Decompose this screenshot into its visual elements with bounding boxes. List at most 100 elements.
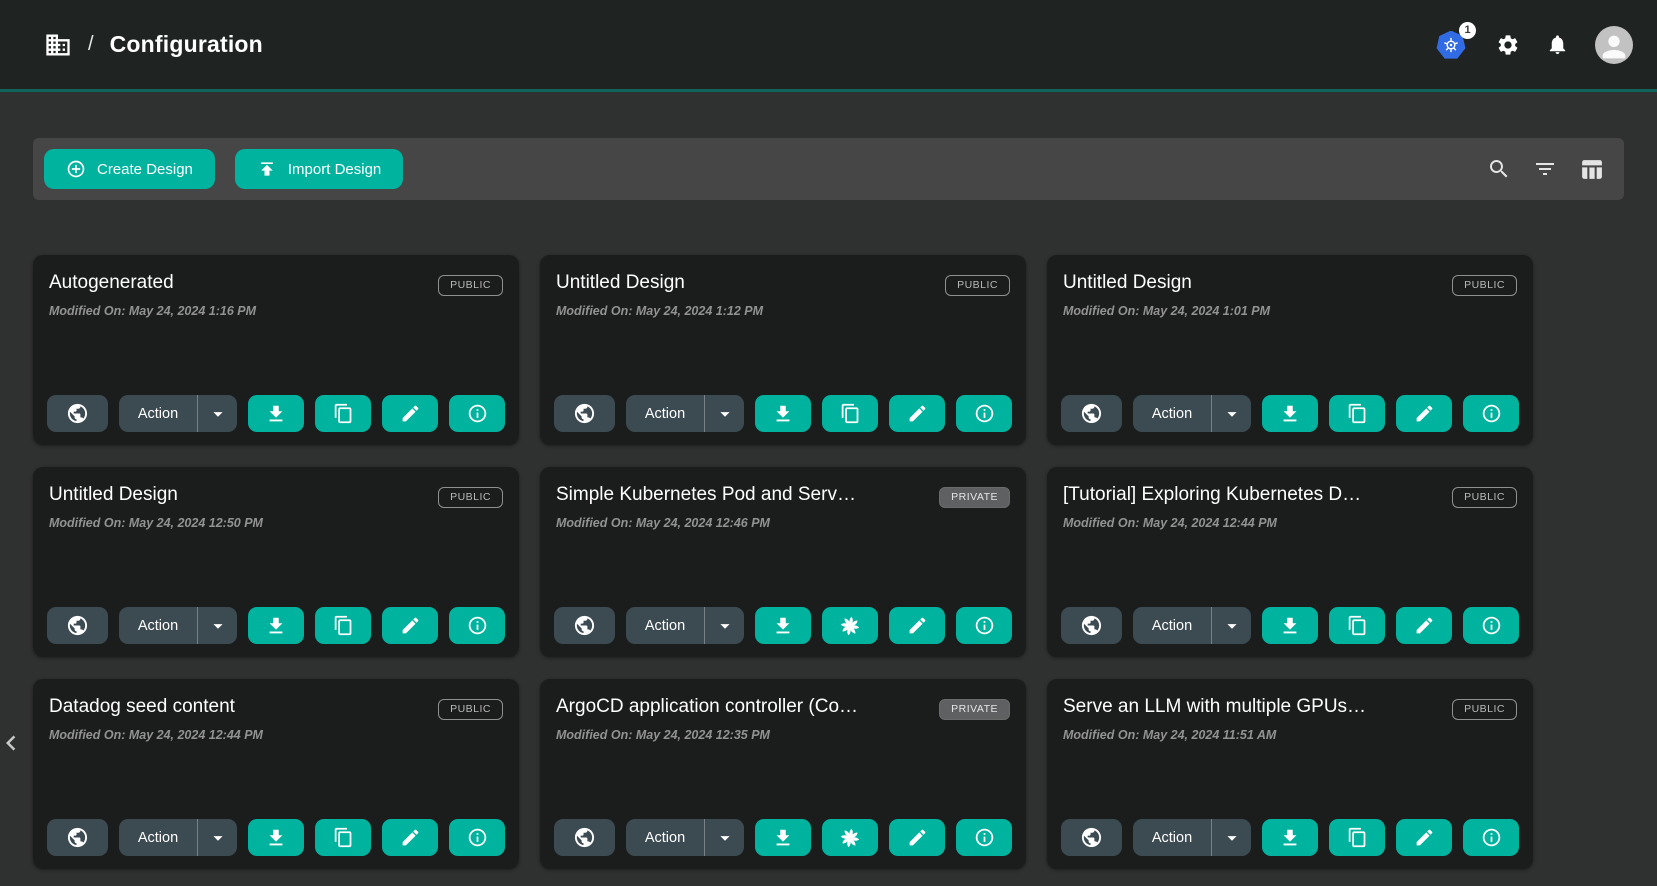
- info-button[interactable]: [1463, 395, 1519, 432]
- action-dropdown-toggle[interactable]: [197, 819, 237, 856]
- info-icon: [974, 403, 995, 424]
- edit-pencil-icon: [907, 403, 928, 424]
- visibility-globe-button[interactable]: [47, 607, 108, 644]
- info-button[interactable]: [956, 395, 1012, 432]
- visibility-globe-button[interactable]: [1061, 819, 1122, 856]
- info-button[interactable]: [1463, 607, 1519, 644]
- content-copy-icon: [1347, 403, 1368, 424]
- clone-button[interactable]: [1329, 395, 1385, 432]
- clone-button[interactable]: [822, 819, 878, 856]
- visibility-globe-button[interactable]: [554, 819, 615, 856]
- download-button[interactable]: [1262, 395, 1318, 432]
- create-design-button[interactable]: Create Design: [44, 149, 215, 189]
- globe-public-icon: [1080, 402, 1103, 425]
- import-design-button[interactable]: Import Design: [235, 149, 403, 189]
- clone-button[interactable]: [1329, 607, 1385, 644]
- download-button[interactable]: [755, 607, 811, 644]
- create-design-label: Create Design: [97, 161, 193, 178]
- clone-button[interactable]: [315, 607, 371, 644]
- design-card: Datadog seed content PUBLIC Modified On:…: [33, 679, 519, 869]
- edit-button[interactable]: [382, 819, 438, 856]
- edit-button[interactable]: [1396, 607, 1452, 644]
- info-button[interactable]: [449, 819, 505, 856]
- globe-public-icon: [573, 826, 596, 849]
- visibility-globe-button[interactable]: [554, 395, 615, 432]
- edit-pencil-icon: [1414, 403, 1435, 424]
- designs-toolbar: Create Design Import Design: [33, 138, 1624, 200]
- action-button[interactable]: Action: [626, 607, 704, 644]
- clone-button[interactable]: [315, 395, 371, 432]
- visibility-globe-button[interactable]: [47, 819, 108, 856]
- visibility-badge: PUBLIC: [438, 487, 503, 508]
- action-dropdown-toggle[interactable]: [1211, 395, 1251, 432]
- clone-button[interactable]: [1329, 819, 1385, 856]
- action-button[interactable]: Action: [626, 819, 704, 856]
- info-button[interactable]: [956, 607, 1012, 644]
- download-button[interactable]: [248, 819, 304, 856]
- organization-building-icon[interactable]: [44, 31, 72, 59]
- catalog-spiral-icon: [838, 826, 862, 850]
- download-button[interactable]: [755, 819, 811, 856]
- visibility-globe-button[interactable]: [47, 395, 108, 432]
- download-button[interactable]: [1262, 607, 1318, 644]
- download-icon: [265, 615, 287, 637]
- clone-button[interactable]: [315, 819, 371, 856]
- catalog-spiral-icon: [838, 614, 862, 638]
- download-icon: [772, 615, 794, 637]
- card-actions: Action: [554, 819, 1012, 856]
- info-button[interactable]: [449, 607, 505, 644]
- clone-button[interactable]: [822, 395, 878, 432]
- action-dropdown-toggle[interactable]: [704, 819, 744, 856]
- edit-button[interactable]: [1396, 819, 1452, 856]
- download-icon: [772, 403, 794, 425]
- card-header: Autogenerated PUBLIC: [49, 272, 503, 296]
- action-dropdown-toggle[interactable]: [704, 607, 744, 644]
- info-button[interactable]: [1463, 819, 1519, 856]
- user-avatar[interactable]: [1595, 26, 1633, 64]
- action-dropdown-toggle[interactable]: [197, 607, 237, 644]
- action-button[interactable]: Action: [119, 395, 197, 432]
- search-icon[interactable]: [1487, 157, 1511, 181]
- kubernetes-context-icon[interactable]: 1: [1436, 29, 1470, 61]
- card-actions: Action: [47, 607, 505, 644]
- table-view-icon[interactable]: [1579, 157, 1604, 182]
- download-button[interactable]: [248, 607, 304, 644]
- info-button[interactable]: [956, 819, 1012, 856]
- edit-button[interactable]: [382, 395, 438, 432]
- visibility-globe-button[interactable]: [1061, 395, 1122, 432]
- action-dropdown-toggle[interactable]: [704, 395, 744, 432]
- filter-icon[interactable]: [1533, 157, 1557, 181]
- chevron-down-icon: [207, 403, 229, 425]
- visibility-badge: PUBLIC: [1452, 487, 1517, 508]
- edit-button[interactable]: [1396, 395, 1452, 432]
- action-button[interactable]: Action: [119, 819, 197, 856]
- action-button[interactable]: Action: [1133, 607, 1211, 644]
- clone-button[interactable]: [822, 607, 878, 644]
- edit-button[interactable]: [889, 607, 945, 644]
- settings-gear-icon[interactable]: [1496, 33, 1520, 57]
- edit-button[interactable]: [382, 607, 438, 644]
- visibility-globe-button[interactable]: [554, 607, 615, 644]
- action-button[interactable]: Action: [1133, 395, 1211, 432]
- download-button[interactable]: [248, 395, 304, 432]
- action-button[interactable]: Action: [119, 607, 197, 644]
- info-button[interactable]: [449, 395, 505, 432]
- action-dropdown-toggle[interactable]: [1211, 607, 1251, 644]
- sidebar-expand-chevron[interactable]: [0, 728, 26, 758]
- action-button[interactable]: Action: [626, 395, 704, 432]
- card-actions: Action: [1061, 607, 1519, 644]
- edit-button[interactable]: [889, 819, 945, 856]
- card-header: Untitled Design PUBLIC: [556, 272, 1010, 296]
- download-button[interactable]: [1262, 819, 1318, 856]
- edit-button[interactable]: [889, 395, 945, 432]
- action-split-button: Action: [626, 607, 744, 644]
- action-dropdown-toggle[interactable]: [197, 395, 237, 432]
- download-button[interactable]: [755, 395, 811, 432]
- toolbar-view-controls: [1487, 157, 1604, 182]
- notifications-bell-icon[interactable]: [1546, 33, 1569, 56]
- visibility-globe-button[interactable]: [1061, 607, 1122, 644]
- info-icon: [1481, 403, 1502, 424]
- action-dropdown-toggle[interactable]: [1211, 819, 1251, 856]
- card-actions: Action: [1061, 819, 1519, 856]
- action-button[interactable]: Action: [1133, 819, 1211, 856]
